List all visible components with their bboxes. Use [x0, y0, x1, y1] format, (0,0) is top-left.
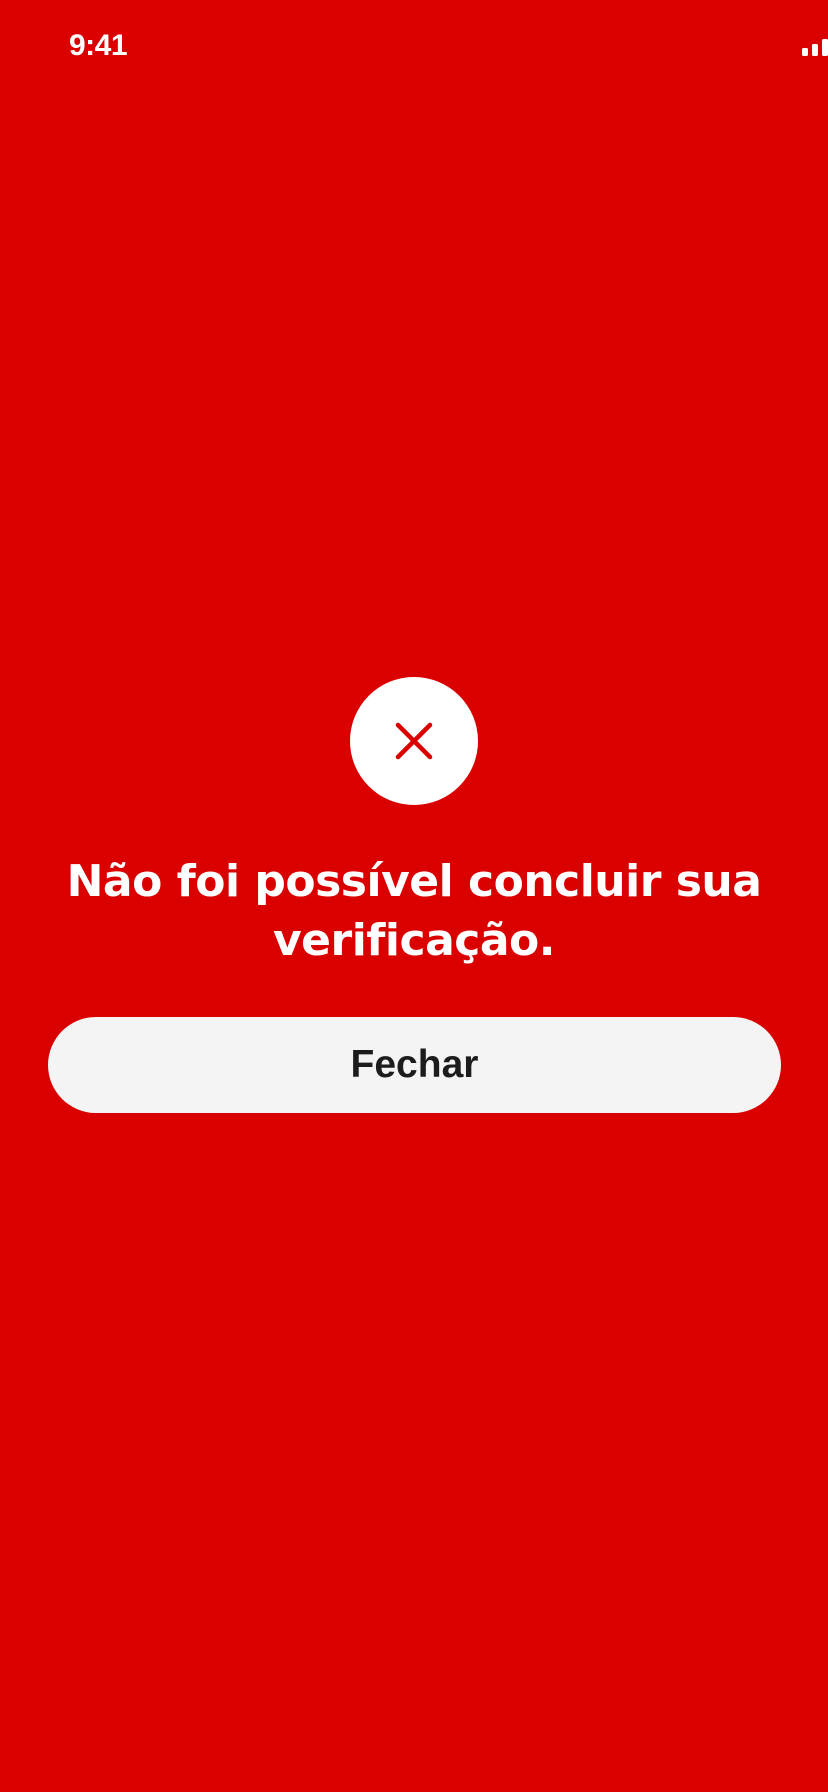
status-time: 9:41	[69, 29, 128, 62]
close-button[interactable]: Fechar	[48, 1017, 781, 1113]
cellular-signal-icon	[802, 34, 828, 56]
status-bar: 9:41	[0, 0, 828, 92]
error-icon-circle	[350, 677, 478, 805]
error-message: Não foi possível concluir sua verificaçã…	[66, 856, 762, 966]
verification-failed-screen: 9:41 Não foi possível concluir sua verif…	[0, 0, 828, 1792]
close-x-icon	[395, 722, 433, 760]
